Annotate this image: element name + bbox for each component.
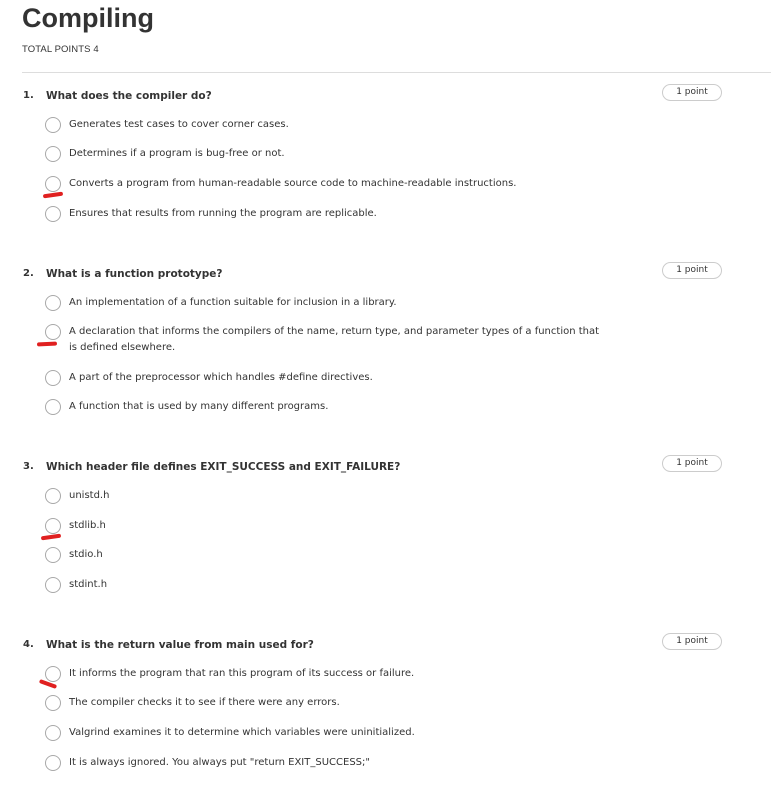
option-label: stdio.h (69, 549, 103, 560)
radio-button[interactable] (45, 206, 61, 222)
radio-button[interactable] (45, 547, 61, 563)
header-divider (22, 72, 771, 73)
radio-button[interactable] (45, 755, 61, 771)
radio-button[interactable] (45, 295, 61, 311)
radio-button[interactable] (45, 399, 61, 415)
option-label: An implementation of a function suitable… (69, 297, 397, 308)
option-label: The compiler checks it to see if there w… (69, 697, 340, 708)
option-label: A declaration that informs the compilers… (69, 326, 600, 353)
option-label: It is always ignored. You always put "re… (69, 757, 370, 768)
red-pen-mark (42, 191, 64, 199)
option-label: Ensures that results from running the pr… (69, 208, 377, 219)
radio-button[interactable] (45, 666, 61, 682)
points-badge: 1 point (662, 633, 722, 650)
radio-button[interactable] (45, 176, 61, 192)
option-label: Valgrind examines it to determine which … (69, 727, 415, 738)
points-badge: 1 point (662, 455, 722, 472)
option-label: It informs the program that ran this pro… (69, 668, 415, 679)
radio-button[interactable] (45, 146, 61, 162)
option-label: Converts a program from human-readable s… (69, 178, 517, 189)
option-label: Determines if a program is bug-free or n… (69, 148, 285, 159)
question-number: 4. (23, 639, 34, 650)
red-pen-mark (36, 341, 58, 347)
question-text: What does the compiler do? (46, 90, 212, 102)
option-label: unistd.h (69, 490, 110, 501)
radio-button[interactable] (45, 577, 61, 593)
page-title: Compiling (22, 3, 154, 33)
question-number: 3. (23, 461, 34, 472)
question-number: 1. (23, 90, 34, 101)
option-label: A function that is used by many differen… (69, 401, 329, 412)
option-label: stdint.h (69, 579, 108, 590)
radio-button[interactable] (45, 117, 61, 133)
red-pen-mark (40, 533, 62, 541)
option-label: A part of the preprocessor which handles… (69, 372, 373, 383)
radio-button[interactable] (45, 370, 61, 386)
radio-button[interactable] (45, 488, 61, 504)
question-text: Which header file defines EXIT_SUCCESS a… (46, 461, 401, 473)
radio-button[interactable] (45, 518, 61, 534)
option-label: stdlib.h (69, 520, 106, 531)
radio-button[interactable] (45, 324, 61, 340)
option-label: Generates test cases to cover corner cas… (69, 119, 289, 130)
question-text: What is a function prototype? (46, 268, 223, 280)
radio-button[interactable] (45, 725, 61, 741)
radio-button[interactable] (45, 695, 61, 711)
question-number: 2. (23, 268, 34, 279)
points-badge: 1 point (662, 262, 722, 279)
total-points-label: TOTAL POINTS 4 (22, 44, 99, 55)
points-badge: 1 point (662, 84, 722, 101)
question-text: What is the return value from main used … (46, 639, 314, 651)
